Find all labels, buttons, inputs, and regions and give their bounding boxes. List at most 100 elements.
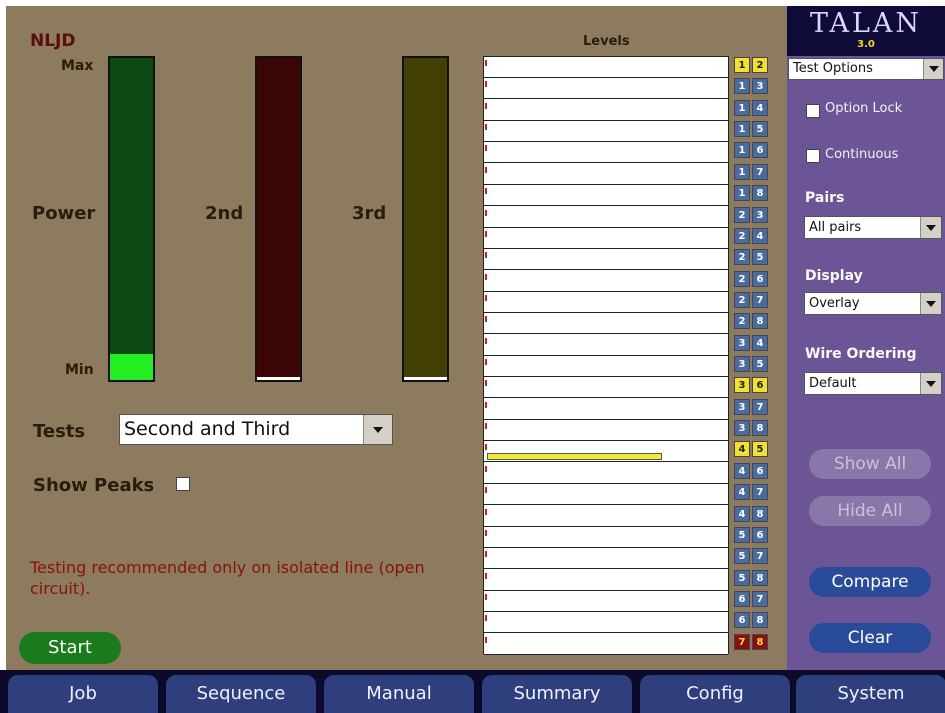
tests-dropdown-arrow-icon[interactable] [363, 415, 392, 444]
wire-pair-badge[interactable]: 15 [734, 121, 770, 139]
wire-ordering-dropdown-arrow-icon[interactable] [920, 373, 941, 394]
pair-wire-a: 1 [734, 164, 750, 180]
pair-wire-b: 7 [752, 591, 768, 607]
wire-pair-badge[interactable]: 57 [734, 548, 770, 566]
level-marker [485, 487, 487, 493]
wire-pair-badge[interactable]: 23 [734, 207, 770, 225]
level-row [484, 271, 728, 292]
wire-pair-badge[interactable]: 16 [734, 142, 770, 160]
hide-all-button[interactable]: Hide All [809, 496, 931, 526]
pair-wire-b: 6 [752, 142, 768, 158]
pairs-label: Pairs [805, 190, 845, 206]
level-marker [485, 402, 487, 408]
wire-pair-badge[interactable]: 78 [734, 634, 770, 652]
pair-wire-a: 4 [734, 506, 750, 522]
display-select-value: Overlay [809, 296, 860, 311]
pair-wire-b: 8 [752, 570, 768, 586]
wire-pair-badge[interactable]: 56 [734, 527, 770, 545]
wire-pair-badge[interactable]: 24 [734, 228, 770, 246]
display-label: Display [805, 268, 863, 284]
show-all-button[interactable]: Show All [809, 449, 931, 479]
wire-pair-badge[interactable]: 46 [734, 463, 770, 481]
levels-panel [483, 56, 729, 655]
mode-select[interactable]: Test Options [788, 58, 944, 80]
tests-select[interactable]: Second and Third [119, 414, 393, 445]
level-row [484, 612, 728, 633]
bottom-nav: Job Sequence Manual Summary Config Syste… [0, 670, 945, 713]
pairs-dropdown-arrow-icon[interactable] [920, 217, 941, 238]
wire-pair-badge[interactable]: 25 [734, 249, 770, 267]
nav-manual[interactable]: Manual [324, 675, 474, 713]
clear-button[interactable]: Clear [809, 623, 931, 653]
level-row [484, 57, 728, 78]
tests-label: Tests [33, 421, 86, 442]
nav-summary[interactable]: Summary [482, 675, 632, 713]
pairs-select[interactable]: All pairs [804, 216, 942, 239]
wire-pair-badge[interactable]: 18 [734, 185, 770, 203]
mode-dropdown-arrow-icon[interactable] [923, 59, 943, 79]
wire-pair-badge[interactable]: 34 [734, 335, 770, 353]
continuous-checkbox[interactable] [806, 149, 820, 163]
wire-pair-badge[interactable]: 45 [734, 441, 770, 459]
wire-pair-badge[interactable]: 38 [734, 420, 770, 438]
nav-job[interactable]: Job [8, 675, 158, 713]
pair-wire-b: 6 [752, 271, 768, 287]
level-marker [485, 359, 487, 365]
wire-pair-badge[interactable]: 35 [734, 356, 770, 374]
start-button[interactable]: Start [19, 632, 121, 664]
wire-pair-badge[interactable]: 67 [734, 591, 770, 609]
wire-pair-badge[interactable]: 28 [734, 313, 770, 331]
level-marker [485, 637, 487, 643]
display-dropdown-arrow-icon[interactable] [920, 293, 941, 314]
wire-ordering-select[interactable]: Default [804, 372, 942, 395]
second-harmonic-meter-fill [257, 377, 300, 380]
nav-sequence[interactable]: Sequence [166, 675, 316, 713]
pair-wire-a: 1 [734, 142, 750, 158]
nav-system[interactable]: System [796, 675, 945, 713]
second-harmonic-meter [255, 56, 302, 382]
pair-wire-a: 1 [734, 78, 750, 94]
third-harmonic-label: 3rd [352, 203, 387, 224]
display-select[interactable]: Overlay [804, 292, 942, 315]
level-row [484, 506, 728, 527]
level-row [484, 100, 728, 121]
wire-pair-badge[interactable]: 68 [734, 612, 770, 630]
pair-wire-b: 6 [752, 527, 768, 543]
level-marker [485, 615, 487, 621]
level-row [484, 207, 728, 228]
compare-button[interactable]: Compare [809, 567, 931, 597]
pair-wire-a: 2 [734, 228, 750, 244]
pair-wire-b: 4 [752, 335, 768, 351]
pair-wire-b: 5 [752, 121, 768, 137]
wire-pair-badge[interactable]: 27 [734, 292, 770, 310]
option-lock-checkbox[interactable] [806, 104, 820, 118]
pair-wire-b: 7 [752, 164, 768, 180]
level-marker [485, 210, 487, 216]
level-row [484, 228, 728, 249]
level-marker [485, 338, 487, 344]
level-row [484, 164, 728, 185]
show-peaks-checkbox[interactable] [176, 477, 190, 491]
pair-wire-a: 5 [734, 570, 750, 586]
wire-pair-badge[interactable]: 17 [734, 164, 770, 182]
sidebar: TALAN 3.0 Test Options Option Lock Conti… [787, 6, 945, 670]
wire-pair-badge[interactable]: 12 [734, 57, 770, 75]
nav-config[interactable]: Config [640, 675, 790, 713]
level-row [484, 548, 728, 569]
pair-wire-a: 4 [734, 484, 750, 500]
wire-pair-badge[interactable]: 14 [734, 100, 770, 118]
wire-pair-badge[interactable]: 36 [734, 377, 770, 395]
wire-pair-badge[interactable]: 13 [734, 78, 770, 96]
pair-wire-a: 4 [734, 441, 750, 457]
level-marker [485, 167, 487, 173]
level-marker [485, 551, 487, 557]
pair-wire-a: 1 [734, 185, 750, 201]
wire-pair-badge[interactable]: 26 [734, 271, 770, 289]
level-row [484, 78, 728, 99]
wire-pair-badge[interactable]: 37 [734, 399, 770, 417]
pair-wire-a: 4 [734, 463, 750, 479]
pair-wire-a: 3 [734, 377, 750, 393]
wire-pair-badge[interactable]: 58 [734, 570, 770, 588]
wire-pair-badge[interactable]: 48 [734, 506, 770, 524]
wire-pair-badge[interactable]: 47 [734, 484, 770, 502]
